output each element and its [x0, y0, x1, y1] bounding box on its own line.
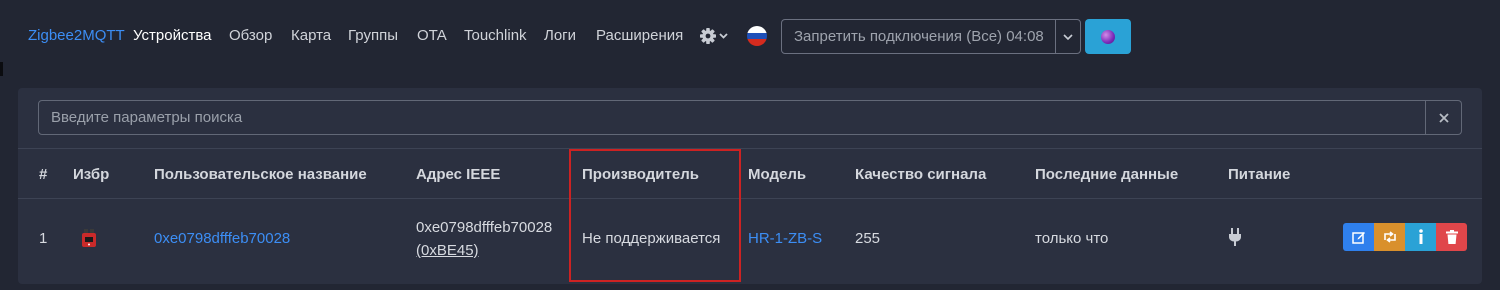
purple-dot-icon — [1101, 29, 1115, 44]
header-bottom-divider — [18, 198, 1482, 199]
gear-icon — [700, 28, 728, 44]
network-address[interactable]: (0xBE45) — [416, 239, 552, 262]
delete-button[interactable] — [1436, 223, 1467, 251]
mains-plug-icon — [1229, 228, 1241, 246]
device-friendly-name-link[interactable]: 0xe0798dfffeb70028 — [154, 230, 290, 247]
col-header-index[interactable]: # — [39, 166, 47, 183]
device-thumbnail-icon — [82, 229, 96, 247]
pair-button[interactable] — [1085, 19, 1131, 54]
last-seen-value: только что — [1035, 230, 1109, 247]
russia-flag-icon[interactable] — [747, 26, 767, 46]
model-link[interactable]: HR-1-ZB-S — [748, 230, 822, 247]
search-row — [38, 100, 1462, 135]
header-top-divider — [18, 148, 1482, 149]
settings-dropdown[interactable] — [699, 26, 729, 46]
nav-extensions[interactable]: Расширения — [596, 27, 683, 44]
top-navbar: Zigbee2MQTT Устройства Обзор Карта Групп… — [0, 0, 1500, 72]
close-icon — [1438, 112, 1449, 123]
info-button[interactable] — [1405, 223, 1436, 251]
col-header-favorite[interactable]: Избр — [73, 166, 109, 183]
edit-button[interactable] — [1343, 223, 1374, 251]
edit-icon — [1351, 232, 1365, 244]
search-input[interactable] — [38, 100, 1426, 135]
col-header-friendly-name[interactable]: Пользовательское название — [154, 166, 367, 183]
chevron-down-icon — [719, 33, 728, 39]
chevron-down-icon — [1063, 33, 1073, 40]
clear-search-button[interactable] — [1426, 100, 1462, 135]
col-header-last-seen[interactable]: Последние данные — [1035, 166, 1178, 183]
ieee-address-cell: 0xe0798dfffeb70028 (0xBE45) — [416, 216, 552, 262]
col-header-ieee[interactable]: Адрес IEEE — [416, 166, 500, 183]
col-header-model[interactable]: Модель — [748, 166, 806, 183]
brand-link[interactable]: Zigbee2MQTT — [28, 27, 125, 44]
ieee-address: 0xe0798dfffeb70028 — [416, 219, 553, 236]
nav-dashboard[interactable]: Обзор — [229, 27, 272, 44]
retweet-icon — [1383, 231, 1396, 243]
nav-map[interactable]: Карта — [291, 27, 331, 44]
nav-groups[interactable]: Группы — [348, 27, 398, 44]
row-actions — [1343, 223, 1467, 251]
row-index: 1 — [39, 230, 48, 247]
permit-join-control: Запретить подключения (Все) 04:08 — [781, 19, 1081, 54]
info-icon — [1418, 229, 1423, 244]
permit-join-dropdown[interactable] — [1055, 20, 1080, 53]
nav-devices[interactable]: Устройства — [133, 27, 211, 44]
permit-join-button[interactable]: Запретить подключения (Все) 04:08 — [782, 20, 1055, 53]
trash-icon — [1445, 230, 1458, 244]
nav-logs[interactable]: Логи — [544, 27, 576, 44]
rename-button[interactable] — [1374, 223, 1405, 251]
col-header-lqi[interactable]: Качество сигнала — [855, 166, 986, 183]
manufacturer-highlight-box — [569, 149, 741, 282]
devices-card: # Избр Пользовательское название Адрес I… — [18, 88, 1482, 284]
col-header-power[interactable]: Питание — [1228, 166, 1290, 183]
nav-ota[interactable]: OTA — [417, 27, 447, 44]
nav-touchlink[interactable]: Touchlink — [464, 27, 527, 44]
lqi-value: 255 — [855, 230, 881, 247]
